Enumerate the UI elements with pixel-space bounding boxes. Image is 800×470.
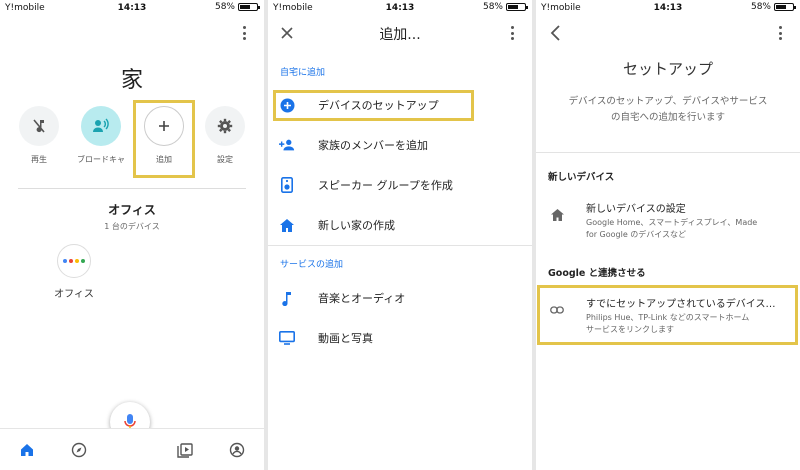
person-add-icon bbox=[279, 139, 295, 151]
page-title: 追加... bbox=[379, 27, 421, 43]
battery-percent: 58% bbox=[750, 2, 771, 12]
more-menu-icon[interactable] bbox=[506, 26, 518, 40]
option-new-device[interactable]: 新しいデバイスの設定 Google Home、スマートディスプレイ、Made f… bbox=[536, 200, 800, 246]
option-link-existing-device[interactable]: すでにセットアップされているデバイス… Philips Hue、TP-Link … bbox=[536, 295, 800, 341]
home-icon bbox=[280, 218, 294, 232]
menu-item-music-audio[interactable]: 音楽とオーディオ bbox=[268, 283, 532, 313]
play-label: 再生 bbox=[31, 155, 47, 164]
setup-screen: Y!mobile 14:13 58% セットアップ デバイスのセットアップ、デバ… bbox=[536, 0, 800, 470]
section-header-link-google: Google と連携させる bbox=[548, 268, 646, 279]
media-library-icon bbox=[177, 443, 193, 458]
link-icon bbox=[550, 306, 564, 314]
play-action[interactable]: 再生 bbox=[9, 106, 69, 165]
music-off-icon bbox=[33, 119, 45, 133]
nav-media[interactable] bbox=[176, 441, 194, 459]
description-line: デバイスのセットアップ、デバイスやサービス bbox=[568, 96, 768, 107]
menu-item-label: 動画と写真 bbox=[318, 332, 373, 345]
description-line: の自宅への追加を行います bbox=[610, 112, 725, 123]
screenshot-stage: Y!mobile 14:13 58% 家 再生 ブロードキャ 追加 設定 オフィ… bbox=[0, 0, 800, 470]
nav-account[interactable] bbox=[228, 441, 246, 459]
bottom-nav bbox=[0, 428, 264, 470]
menu-item-label: 家族のメンバーを追加 bbox=[318, 139, 428, 152]
add-screen: Y!mobile 14:13 58% 追加... 自宅に追加 デバイスのセットア… bbox=[268, 0, 532, 470]
battery-icon bbox=[238, 3, 260, 11]
home-title: 家 bbox=[120, 68, 143, 93]
broadcast-icon bbox=[93, 118, 109, 132]
menu-item-label: 新しい家の作成 bbox=[318, 219, 395, 232]
page-description: デバイスのセットアップ、デバイスやサービス の自宅への追加を行います bbox=[550, 94, 786, 126]
status-bar: Y!mobile 14:13 58% bbox=[536, 0, 800, 16]
menu-item-speaker-group[interactable]: スピーカー グループを作成 bbox=[268, 170, 532, 200]
back-arrow-icon[interactable] bbox=[550, 25, 562, 41]
battery-icon bbox=[506, 3, 528, 11]
option-title: すでにセットアップされているデバイス… bbox=[586, 299, 776, 310]
home-icon bbox=[21, 444, 33, 456]
more-menu-icon[interactable] bbox=[238, 26, 250, 40]
plus-icon bbox=[159, 121, 169, 131]
divider bbox=[18, 188, 246, 189]
menu-item-label: スピーカー グループを作成 bbox=[318, 179, 453, 192]
google-home-mini-icon bbox=[57, 244, 91, 278]
broadcast-action[interactable]: ブロードキャ bbox=[71, 106, 131, 165]
compass-icon bbox=[71, 442, 87, 458]
status-bar: Y!mobile 14:13 58% bbox=[268, 0, 532, 16]
broadcast-label: ブロードキャ bbox=[77, 155, 125, 164]
room-device-count: 1 台のデバイス bbox=[104, 222, 160, 231]
menu-item-label: 音楽とオーディオ bbox=[318, 292, 406, 305]
menu-item-label: デバイスのセットアップ bbox=[318, 99, 439, 112]
gear-icon bbox=[217, 118, 233, 134]
speaker-icon bbox=[281, 177, 293, 193]
option-subtitle: Philips Hue、TP-Link などのスマートホーム サービスをリンクし… bbox=[586, 313, 750, 334]
more-menu-icon[interactable] bbox=[774, 26, 786, 40]
music-note-icon bbox=[282, 291, 291, 306]
option-title: 新しいデバイスの設定 bbox=[586, 204, 686, 215]
device-label: オフィス bbox=[54, 289, 94, 300]
add-action[interactable]: 追加 bbox=[134, 106, 194, 165]
settings-label: 設定 bbox=[217, 155, 233, 164]
tv-icon bbox=[279, 331, 295, 345]
menu-item-video-photos[interactable]: 動画と写真 bbox=[268, 323, 532, 353]
section-header-new-devices: 新しいデバイス bbox=[548, 172, 615, 183]
divider bbox=[536, 152, 800, 153]
section-header-home: 自宅に追加 bbox=[280, 68, 326, 78]
menu-item-add-family[interactable]: 家族のメンバーを追加 bbox=[268, 130, 532, 160]
add-label: 追加 bbox=[156, 155, 172, 164]
page-title: セットアップ bbox=[622, 60, 713, 78]
account-icon bbox=[229, 442, 245, 458]
battery-icon bbox=[774, 3, 796, 11]
status-bar: Y!mobile 14:13 58% bbox=[0, 0, 264, 16]
home-icon bbox=[550, 209, 564, 221]
battery-percent: 58% bbox=[214, 2, 235, 12]
room-name: オフィス bbox=[108, 203, 156, 217]
battery-percent: 58% bbox=[482, 2, 503, 12]
device-tile-office[interactable]: オフィス bbox=[52, 244, 96, 300]
section-header-services: サービスの追加 bbox=[280, 260, 344, 270]
nav-home[interactable] bbox=[18, 441, 36, 459]
menu-item-setup-device[interactable]: デバイスのセットアップ bbox=[268, 90, 532, 120]
settings-action[interactable]: 設定 bbox=[195, 106, 255, 165]
option-subtitle: Google Home、スマートディスプレイ、Made for Google の… bbox=[586, 218, 758, 239]
divider bbox=[268, 245, 532, 246]
plus-circle-icon bbox=[280, 98, 294, 112]
menu-item-new-home[interactable]: 新しい家の作成 bbox=[268, 210, 532, 240]
nav-discover[interactable] bbox=[70, 441, 88, 459]
home-screen: Y!mobile 14:13 58% 家 再生 ブロードキャ 追加 設定 オフィ… bbox=[0, 0, 264, 470]
